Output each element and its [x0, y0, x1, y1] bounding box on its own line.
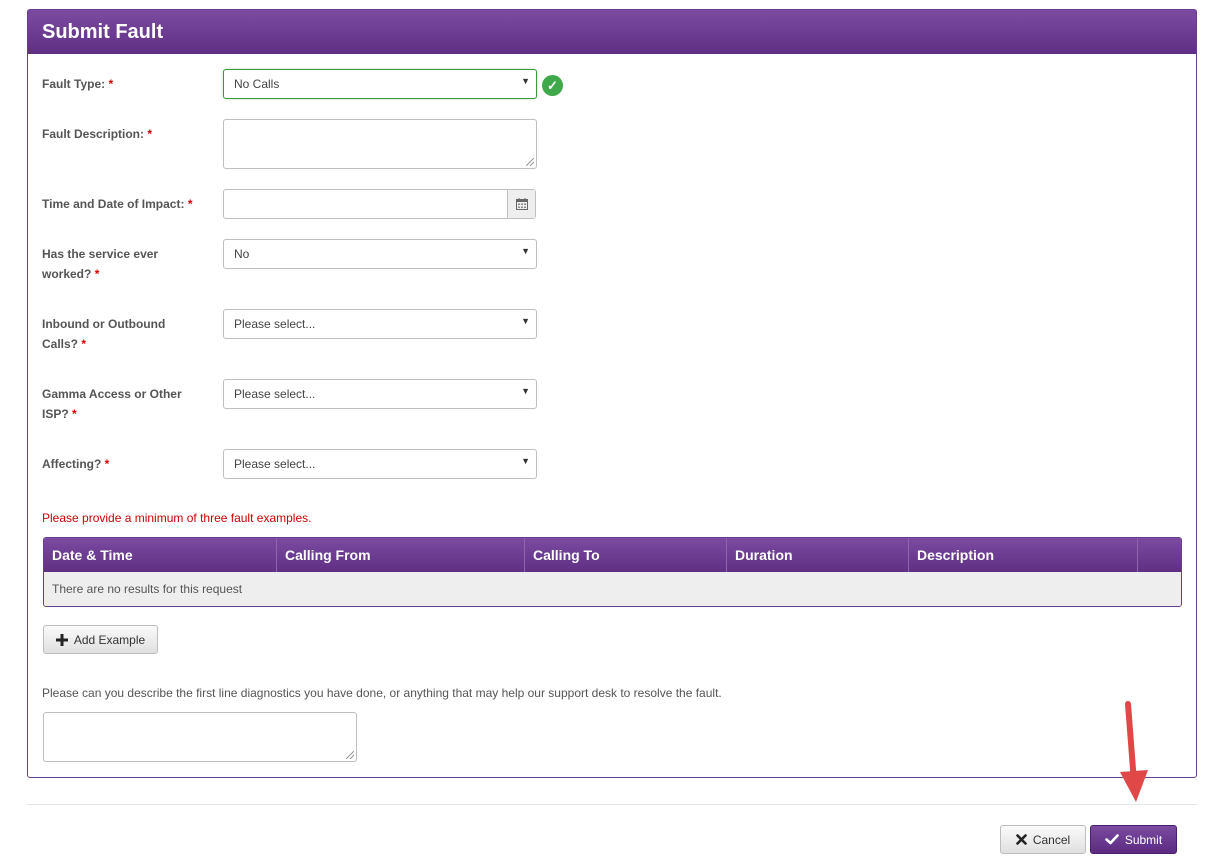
chevron-down-icon: ▼: [521, 246, 530, 256]
column-header-description[interactable]: Description: [909, 538, 1138, 572]
gamma-access-label: Gamma Access or Other ISP? *: [42, 387, 182, 421]
chevron-down-icon: ▼: [521, 456, 530, 466]
fault-type-value: No Calls: [234, 77, 280, 91]
inbound-outbound-select[interactable]: Please select... ▼: [223, 309, 537, 339]
gamma-access-select[interactable]: Please select... ▼: [223, 379, 537, 409]
calendar-icon: [515, 198, 528, 210]
diagnostics-help-text: Please can you describe the first line d…: [42, 686, 722, 700]
calendar-button[interactable]: [507, 190, 535, 218]
service-worked-value: No: [234, 247, 250, 261]
examples-warning: Please provide a minimum of three fault …: [42, 511, 312, 525]
column-header-date-time[interactable]: Date & Time: [44, 538, 277, 572]
add-example-label: Add Example: [73, 632, 146, 647]
empty-results-row: There are no results for this request: [44, 572, 1181, 606]
fault-type-select[interactable]: No Calls ▼: [223, 69, 537, 99]
red-arrow-icon: [1120, 701, 1148, 802]
footer-divider: [27, 804, 1197, 805]
diagnostics-textarea[interactable]: [43, 712, 357, 762]
column-header-actions: [1138, 538, 1181, 572]
panel-title: Submit Fault: [28, 10, 1196, 54]
affecting-value: Please select...: [234, 457, 316, 471]
chevron-down-icon: ▼: [521, 76, 530, 86]
check-circle-icon: ✓: [542, 75, 563, 96]
add-example-button[interactable]: Add Example: [43, 625, 158, 654]
affecting-label: Affecting? *: [42, 457, 110, 471]
time-date-label: Time and Date of Impact: *: [42, 197, 193, 211]
close-icon: [1016, 834, 1027, 845]
time-date-input[interactable]: [223, 189, 536, 219]
column-header-calling-to[interactable]: Calling To: [525, 538, 727, 572]
fault-description-label: Fault Description: *: [42, 127, 153, 141]
submit-fault-panel: Submit Fault Fault Type: * No Calls ▼ ✓ …: [27, 9, 1197, 778]
submit-label: Submit: [1124, 832, 1163, 847]
column-header-calling-from[interactable]: Calling From: [277, 538, 525, 572]
column-header-duration[interactable]: Duration: [727, 538, 909, 572]
cancel-label: Cancel: [1032, 832, 1071, 847]
gamma-access-value: Please select...: [234, 387, 316, 401]
service-worked-label: Has the service ever worked? *: [42, 247, 159, 281]
submit-button[interactable]: Submit: [1090, 825, 1177, 854]
resize-handle-icon[interactable]: [346, 751, 354, 759]
cancel-button[interactable]: Cancel: [1000, 825, 1086, 854]
time-date-field[interactable]: [224, 190, 507, 218]
fault-description-textarea[interactable]: [223, 119, 537, 169]
chevron-down-icon: ▼: [521, 316, 530, 326]
checkmark-icon: [1105, 834, 1119, 845]
resize-handle-icon[interactable]: [526, 158, 534, 166]
affecting-select[interactable]: Please select... ▼: [223, 449, 537, 479]
fault-examples-table: Date & Time Calling From Calling To Dura…: [43, 537, 1182, 607]
plus-icon: [55, 633, 68, 646]
chevron-down-icon: ▼: [521, 386, 530, 396]
service-worked-select[interactable]: No ▼: [223, 239, 537, 269]
fault-type-label: Fault Type: *: [42, 77, 114, 91]
inbound-outbound-label: Inbound or Outbound Calls? *: [42, 317, 166, 351]
inbound-outbound-value: Please select...: [234, 317, 316, 331]
table-header: Date & Time Calling From Calling To Dura…: [44, 538, 1181, 572]
